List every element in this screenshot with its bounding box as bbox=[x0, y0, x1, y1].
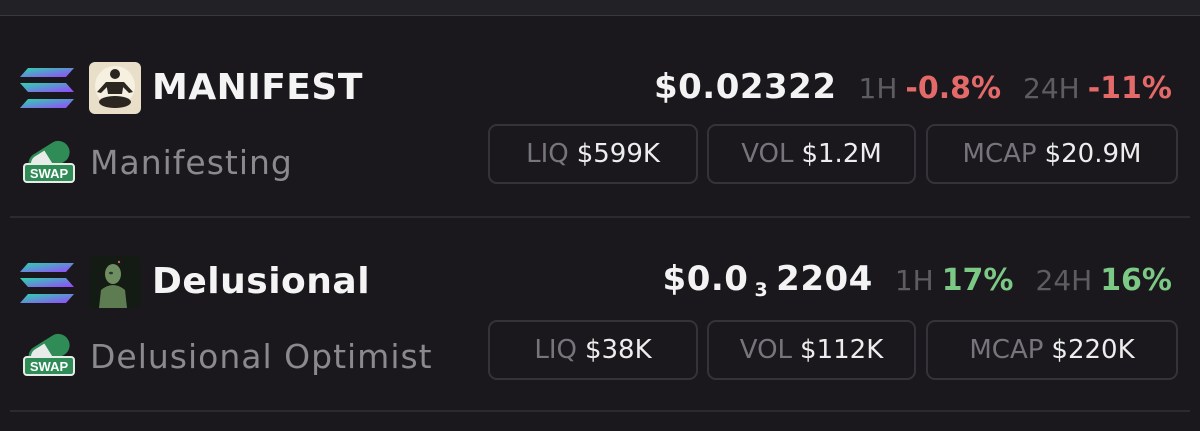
meditating-figure-avatar bbox=[89, 62, 141, 114]
liq-label: LIQ bbox=[526, 139, 569, 169]
token-name: Manifesting bbox=[90, 143, 293, 182]
vol-value: $112K bbox=[800, 335, 884, 365]
liq-value: $599K bbox=[576, 139, 660, 169]
token-symbol[interactable]: Delusional bbox=[152, 264, 370, 300]
swap-pill-icon: SWAP bbox=[23, 140, 75, 183]
1h-label: 1H bbox=[858, 72, 898, 105]
24h-change: 16% bbox=[1100, 263, 1172, 298]
vol-label: VOL bbox=[741, 139, 794, 169]
mcap-value: $20.9M bbox=[1044, 139, 1142, 169]
mcap-label: MCAP bbox=[962, 139, 1037, 169]
1h-label: 1H bbox=[894, 264, 934, 297]
vol-label: VOL bbox=[739, 335, 793, 365]
liq-label: LIQ bbox=[534, 335, 577, 365]
1h-change: -0.8% bbox=[905, 71, 1002, 106]
liquidity-stat: LIQ $599K bbox=[488, 124, 698, 184]
solana-icon bbox=[20, 263, 74, 303]
24h-change: -11% bbox=[1087, 71, 1172, 106]
1h-change: 17% bbox=[941, 263, 1014, 298]
volume-stat: VOL $112K bbox=[707, 320, 916, 380]
liquidity-stat: LIQ $38K bbox=[488, 320, 698, 380]
volume-stat: VOL $1.2M bbox=[707, 124, 916, 184]
green-figure-avatar bbox=[89, 256, 141, 308]
top-bar bbox=[0, 0, 1200, 16]
swap-pill-icon: SWAP bbox=[23, 333, 75, 376]
token-row-delusional[interactable]: Delusional $0.0 3 2204 1H 17% 24H 16% SWAP… bbox=[0, 216, 1200, 416]
price-bar: $0.02322 1H -0.8% 24H -11% bbox=[654, 70, 1172, 104]
token-price: $0.0 3 2204 bbox=[663, 262, 873, 300]
vol-value: $1.2M bbox=[801, 139, 882, 169]
market-cap-stat: MCAP $20.9M bbox=[926, 124, 1178, 184]
token-row-manifest[interactable]: MANIFEST $0.02322 1H -0.8% 24H -11% SWAP… bbox=[0, 16, 1200, 216]
liq-value: $38K bbox=[584, 335, 652, 365]
24h-label: 24H bbox=[1023, 72, 1080, 105]
price-tail: 2204 bbox=[776, 259, 873, 299]
mcap-value: $220K bbox=[1051, 335, 1135, 365]
token-symbol[interactable]: MANIFEST bbox=[152, 70, 363, 106]
market-cap-stat: MCAP $220K bbox=[926, 320, 1178, 380]
token-name: Delusional Optimist bbox=[90, 337, 433, 376]
solana-icon bbox=[20, 68, 74, 108]
mcap-label: MCAP bbox=[969, 335, 1044, 365]
price-zero-count: 3 bbox=[754, 279, 769, 301]
swap-label: SWAP bbox=[30, 359, 69, 374]
24h-label: 24H bbox=[1035, 264, 1093, 297]
row-divider bbox=[10, 410, 1190, 412]
price-bar: $0.0 3 2204 1H 17% 24H 16% bbox=[663, 262, 1172, 300]
token-price: $0.02322 bbox=[653, 67, 837, 107]
price-main: $0.0 bbox=[662, 259, 749, 299]
swap-label: SWAP bbox=[30, 166, 69, 181]
